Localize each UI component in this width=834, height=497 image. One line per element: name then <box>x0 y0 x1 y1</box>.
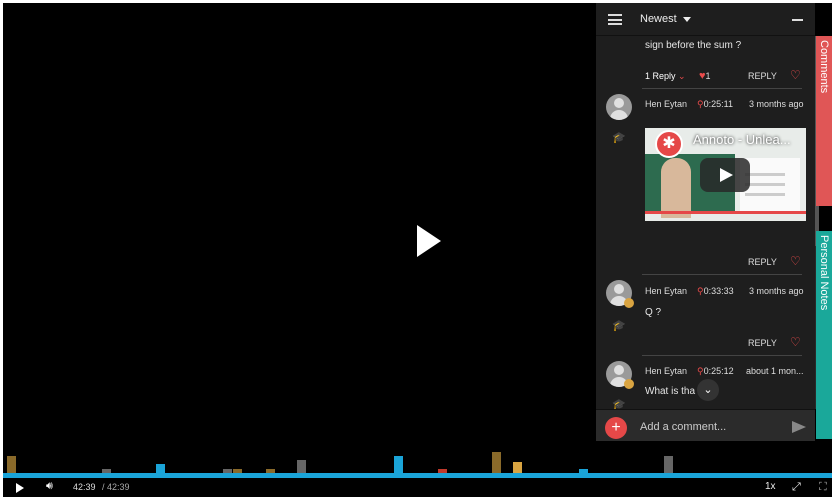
preview-title: Annoto - Unlea... <box>693 132 791 147</box>
comment-marker[interactable] <box>394 456 404 474</box>
video-preview[interactable]: ✱ Annoto - Unlea... <box>645 128 806 221</box>
timestamp-label: 0:33:33 <box>703 286 734 296</box>
divider <box>642 274 802 275</box>
preview-line <box>745 173 785 176</box>
playback-speed-button[interactable]: 1x <box>765 481 776 492</box>
comment-author[interactable]: Hen Eytan <box>645 286 687 296</box>
comment-list[interactable]: sign before the sum ? 1 Reply ⌄ ♥1 REPLY… <box>596 36 815 409</box>
timestamp-label: 0:25:11 <box>703 99 733 109</box>
add-comment-button[interactable]: + <box>605 417 627 439</box>
reply-button[interactable]: REPLY <box>748 71 777 81</box>
avatar[interactable] <box>606 94 632 120</box>
heart-icon[interactable]: ♡ <box>790 254 801 268</box>
heart-icon[interactable]: ♡ <box>790 68 801 82</box>
settings-icon[interactable]: ⛶ <box>819 481 827 494</box>
play-icon[interactable] <box>417 225 441 257</box>
comment-age: 3 months ago <box>749 99 804 109</box>
sort-dropdown[interactable]: Newest <box>640 13 691 25</box>
current-time: 42:39 <box>73 482 96 492</box>
tab-personal-notes[interactable]: Personal Notes <box>816 231 832 439</box>
replies-label: 1 Reply <box>645 71 676 81</box>
comment-marker[interactable] <box>492 452 502 474</box>
location-pin-icon: ⚲ <box>697 99 704 109</box>
badge-icon <box>624 379 634 389</box>
comment-text: What is tha <box>645 386 696 397</box>
menu-icon[interactable] <box>608 14 622 25</box>
chevron-down-icon <box>682 16 691 22</box>
sort-label: Newest <box>640 13 677 25</box>
graduation-cap-icon: 🎓 <box>612 399 626 409</box>
heart-icon[interactable]: ♡ <box>790 335 801 349</box>
duration: / 42:39 <box>102 482 130 492</box>
comment-text: Q ? <box>645 307 662 318</box>
comment-marker[interactable] <box>663 456 673 474</box>
comment-timestamp[interactable]: ⚲0:25:12 <box>697 366 734 377</box>
divider <box>642 88 802 89</box>
tab-comments-label: Comments <box>818 40 830 94</box>
tab-notes-label: Personal Notes <box>818 235 830 311</box>
send-icon[interactable] <box>792 421 806 433</box>
divider <box>642 355 802 356</box>
fullscreen-icon[interactable]: ⤢ <box>792 481 801 494</box>
comment-age: about 1 mon... <box>746 366 804 376</box>
timestamp-label: 0:25:12 <box>703 366 734 376</box>
preview-progress <box>645 211 806 214</box>
comments-panel: Newest ✕ sign before the sum ? 1 Reply ⌄… <box>596 3 815 441</box>
preview-line <box>745 183 785 186</box>
panel-header: Newest <box>596 3 815 36</box>
tab-comments[interactable]: Comments <box>816 36 832 206</box>
graduation-cap-icon: 🎓 <box>612 320 626 332</box>
comment-timestamp[interactable]: ⚲0:33:33 <box>697 286 734 297</box>
chevron-down-icon[interactable]: ⌄ <box>697 379 719 401</box>
reply-button[interactable]: REPLY <box>748 257 777 267</box>
volume-icon[interactable]: 🔊︎ <box>46 480 53 493</box>
comment-composer: + <box>596 409 815 441</box>
badge-icon <box>624 298 634 308</box>
comment-text: sign before the sum ? <box>645 40 742 51</box>
chevron-down-icon: ⌄ <box>675 71 686 81</box>
comment-input[interactable] <box>640 418 780 436</box>
preview-person <box>661 158 691 218</box>
graduation-cap-icon: 🎓 <box>612 132 626 144</box>
comment-timestamp[interactable]: ⚲0:25:11 <box>697 99 733 110</box>
comment-author[interactable]: Hen Eytan <box>645 366 687 376</box>
comment-markers-timeline[interactable] <box>3 450 832 474</box>
player-frame: Newest ✕ sign before the sum ? 1 Reply ⌄… <box>3 3 832 497</box>
location-pin-icon: ⚲ <box>697 366 704 376</box>
comment-age: 3 months ago <box>749 286 804 296</box>
preview-line <box>745 193 785 196</box>
location-pin-icon: ⚲ <box>697 286 704 296</box>
comment-marker[interactable] <box>7 456 17 474</box>
likes-label: 1 <box>705 71 711 81</box>
reply-button[interactable]: REPLY <box>748 338 777 348</box>
replies-toggle[interactable]: 1 Reply ⌄ <box>645 71 686 82</box>
play-icon[interactable] <box>16 483 24 493</box>
like-count[interactable]: ♥1 <box>699 70 711 82</box>
comment-marker[interactable] <box>297 460 307 474</box>
annoto-logo-icon: ✱ <box>655 130 683 158</box>
comment-author[interactable]: Hen Eytan <box>645 99 687 109</box>
play-icon[interactable] <box>700 158 750 192</box>
minimize-icon[interactable] <box>792 19 803 21</box>
control-bar: 🔊︎ 42:39 / 42:39 1x ⤢ ⛶ <box>3 478 832 497</box>
